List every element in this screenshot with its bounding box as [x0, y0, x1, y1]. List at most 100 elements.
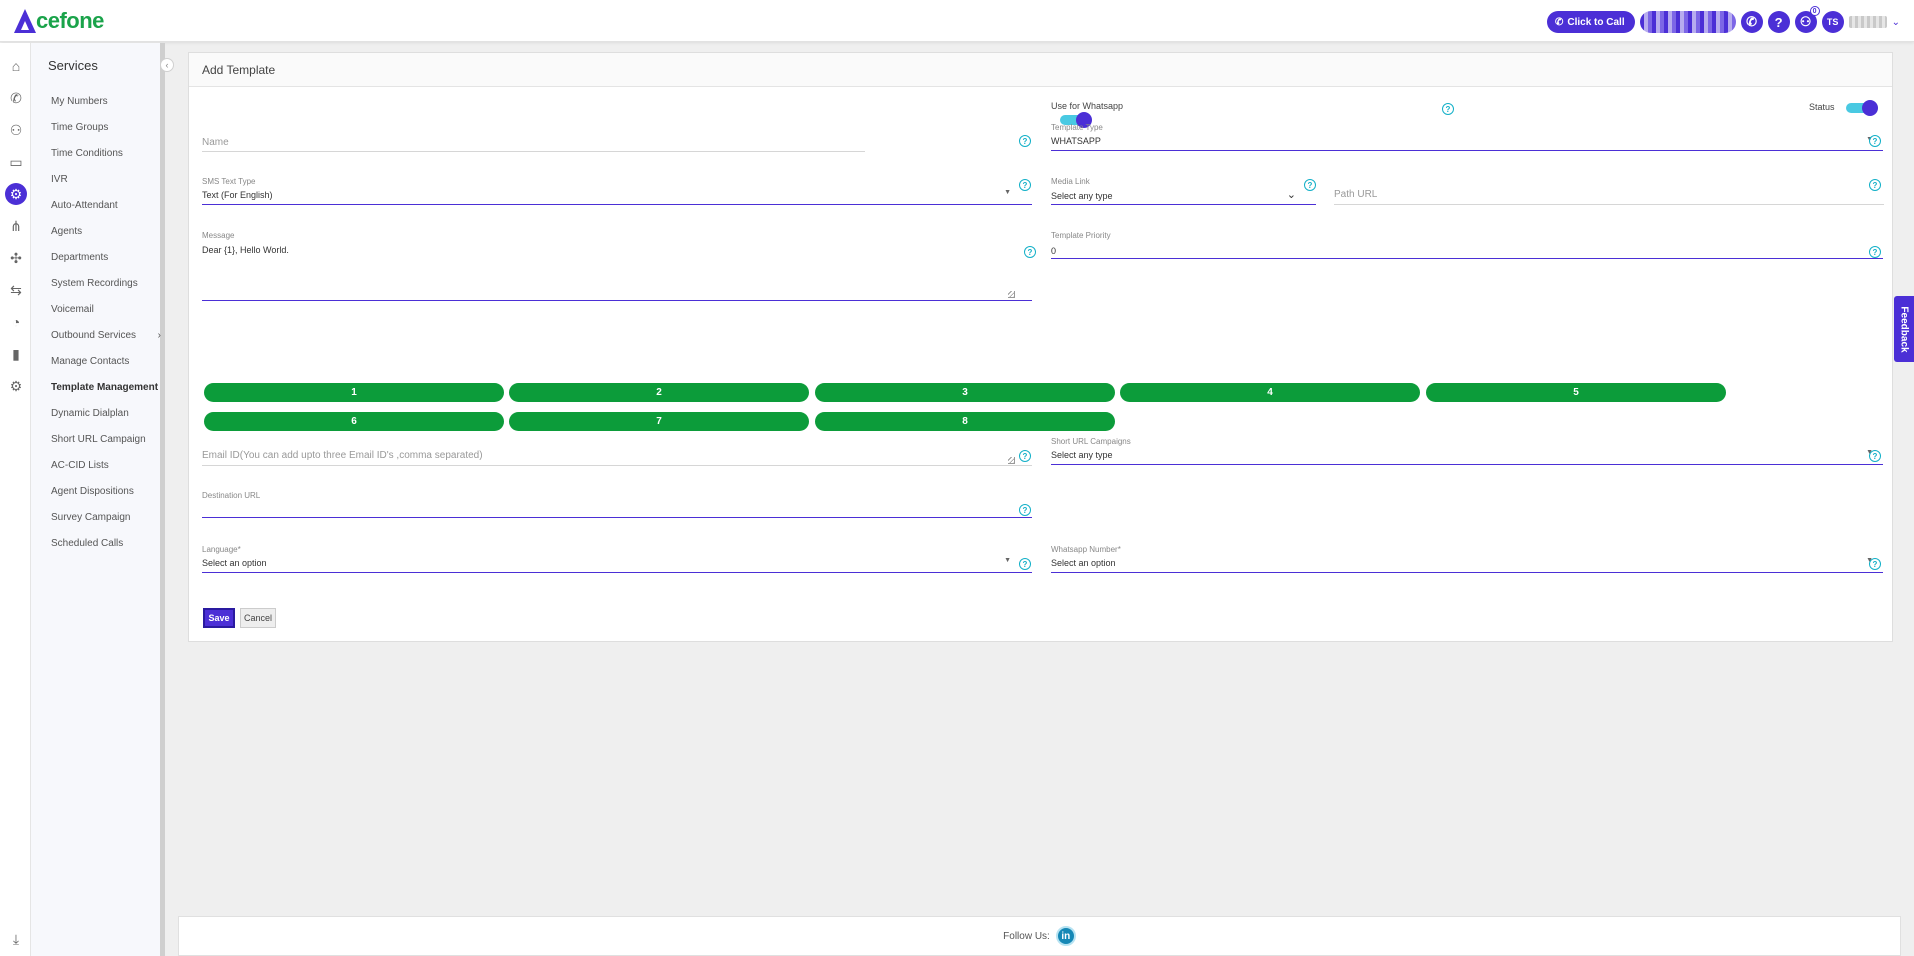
variable-button-3[interactable]: 3 [815, 383, 1115, 402]
user-avatar[interactable]: TS [1821, 11, 1844, 33]
card-header: Add Template [189, 53, 1892, 87]
sidebar-item-dynamic-dialplan[interactable]: Dynamic Dialplan [51, 400, 161, 426]
top-actions: ✆ Click to Call ✆ ? ⚇ 0 TS ⌄ [1546, 6, 1900, 33]
language-select[interactable]: Language* Select an option ▼ [202, 545, 1032, 575]
feedback-tab[interactable]: Feedback [1894, 296, 1914, 362]
template-type-help-icon[interactable]: ? [1869, 135, 1881, 147]
reports-icon[interactable]: ▮ [5, 343, 27, 365]
phone-icon: ✆ [1554, 16, 1564, 28]
phone-icon[interactable]: ✆ [5, 87, 27, 109]
sidebar-item-system-recordings[interactable]: System Recordings [51, 270, 161, 296]
sidebar-item-agent-dispositions[interactable]: Agent Dispositions [51, 478, 161, 504]
network-status-icon[interactable]: ⚇ 0 [1794, 6, 1820, 33]
routing-icon[interactable]: ⇆ [5, 279, 27, 301]
sidebar-item-manage-contacts[interactable]: Manage Contacts [51, 348, 161, 374]
sidebar-item-agents[interactable]: Agents [51, 218, 161, 244]
variable-button-6[interactable]: 6 [204, 412, 504, 431]
dialpad-icon[interactable]: ✆ [1740, 11, 1763, 33]
collapse-sidebar-button[interactable]: ‹ [160, 58, 174, 72]
media-link-select[interactable]: Media Link Select any type ⌄ [1051, 177, 1316, 207]
caller-id-selector[interactable] [1639, 11, 1736, 33]
whatsapp-number-label: Whatsapp Number* [1051, 545, 1121, 554]
path-url-help-icon[interactable]: ? [1869, 179, 1881, 191]
name-help-icon[interactable]: ? [1019, 135, 1031, 147]
media-link-help-icon[interactable]: ? [1304, 179, 1316, 191]
sidebar-item-short-url-campaign[interactable]: Short URL Campaign [51, 426, 161, 452]
plugin-icon[interactable]: ✣ [5, 247, 27, 269]
home-icon[interactable]: ⌂ [5, 55, 27, 77]
services-icon[interactable]: ⚙ [5, 183, 27, 205]
notification-badge: 0 [1809, 6, 1820, 16]
email-field[interactable]: Email ID(You can add upto three Email ID… [202, 440, 1032, 470]
wallet-icon[interactable]: ▭ [5, 151, 27, 173]
sidebar-item-my-numbers[interactable]: My Numbers [51, 88, 161, 114]
sidebar-item-ivr[interactable]: IVR [51, 166, 161, 192]
sidebar-item-outbound-services[interactable]: Outbound Services › [51, 322, 161, 348]
message-help-icon[interactable]: ? [1024, 246, 1036, 258]
variable-button-7[interactable]: 7 [509, 412, 809, 431]
resize-handle[interactable] [1008, 291, 1015, 298]
analytics-icon[interactable]: ◔ [5, 311, 27, 333]
download-icon[interactable]: ⤓ [5, 928, 27, 950]
whatsapp-help-icon[interactable]: ? [1442, 103, 1454, 115]
variable-button-1[interactable]: 1 [204, 383, 504, 402]
whatsapp-number-help-icon[interactable]: ? [1869, 558, 1881, 570]
whatsapp-number-select[interactable]: Whatsapp Number* Select an option ▼ [1051, 545, 1883, 575]
footer: Follow Us: in [178, 916, 1901, 956]
chevron-down-icon: ⌄ [1286, 189, 1296, 201]
sidebar-item-template-management[interactable]: Template Management [51, 374, 161, 400]
variable-button-8[interactable]: 8 [815, 412, 1115, 431]
click-to-call-label: Click to Call [1567, 16, 1625, 28]
sms-text-type-select[interactable]: SMS Text Type Text (For English) ▼ [202, 177, 1032, 207]
template-type-value: WHATSAPP [1051, 136, 1101, 146]
save-button[interactable]: Save [203, 608, 235, 628]
name-field[interactable]: Name [202, 133, 865, 163]
path-url-field[interactable]: Path URL [1334, 177, 1884, 207]
services-list: My Numbers Time Groups Time Conditions I… [51, 88, 161, 556]
short-url-help-icon[interactable]: ? [1869, 450, 1881, 462]
variable-button-2[interactable]: 2 [509, 383, 809, 402]
template-type-select[interactable]: Template Type WHATSAPP ▼ [1051, 123, 1883, 153]
status-toggle[interactable] [1846, 100, 1878, 116]
sidebar-item-time-conditions[interactable]: Time Conditions [51, 140, 161, 166]
sidebar-item-voicemail[interactable]: Voicemail [51, 296, 161, 322]
page-title: Add Template [202, 62, 276, 77]
sidebar-item-departments[interactable]: Departments [51, 244, 161, 270]
sms-text-type-help-icon[interactable]: ? [1019, 179, 1031, 191]
destination-url-help-icon[interactable]: ? [1019, 504, 1031, 516]
help-icon[interactable]: ? [1767, 11, 1790, 33]
language-help-icon[interactable]: ? [1019, 558, 1031, 570]
language-value: Select an option [202, 558, 267, 568]
settings-icon[interactable]: ⚙ [5, 375, 27, 397]
users-icon[interactable]: ⚇ [5, 119, 27, 141]
integrations-icon[interactable]: ⋔ [5, 215, 27, 237]
message-textarea[interactable]: Message Dear {1}, Hello World. [202, 231, 1032, 306]
chevron-down-icon[interactable]: ⌄ [1892, 17, 1900, 28]
user-name[interactable] [1848, 16, 1887, 28]
logo-text: cefone [36, 8, 104, 33]
variable-button-5[interactable]: 5 [1426, 383, 1726, 402]
sidebar-item-auto-attendant[interactable]: Auto-Attendant [51, 192, 161, 218]
template-priority-field[interactable]: Template Priority 0 [1051, 231, 1883, 261]
use-for-whatsapp-label: Use for Whatsapp [1051, 101, 1124, 111]
caret-down-icon: ▼ [1004, 189, 1011, 196]
media-link-value: Select any type [1051, 191, 1113, 201]
short-url-campaigns-select[interactable]: Short URL Campaigns Select any type ▼ [1051, 437, 1883, 467]
email-help-icon[interactable]: ? [1019, 450, 1031, 462]
template-priority-label: Template Priority [1051, 231, 1111, 240]
help-label: ? [1774, 14, 1783, 30]
sidebar-item-ac-cid-lists[interactable]: AC-CID Lists [51, 452, 161, 478]
sidebar-item-scheduled-calls[interactable]: Scheduled Calls [51, 530, 161, 556]
resize-handle[interactable] [1008, 457, 1015, 464]
cancel-button[interactable]: Cancel [240, 608, 276, 628]
sidebar-item-survey-campaign[interactable]: Survey Campaign [51, 504, 161, 530]
logo-mark [14, 9, 36, 33]
sidebar-item-time-groups[interactable]: Time Groups [51, 114, 161, 140]
acefone-logo[interactable]: cefone [14, 6, 104, 36]
template-priority-help-icon[interactable]: ? [1869, 246, 1881, 258]
variable-button-4[interactable]: 4 [1120, 383, 1420, 402]
destination-url-field[interactable]: Destination URL [202, 491, 1032, 521]
language-label: Language* [202, 545, 241, 554]
linkedin-icon[interactable]: in [1055, 926, 1076, 946]
click-to-call-button[interactable]: ✆ Click to Call [1546, 11, 1635, 33]
